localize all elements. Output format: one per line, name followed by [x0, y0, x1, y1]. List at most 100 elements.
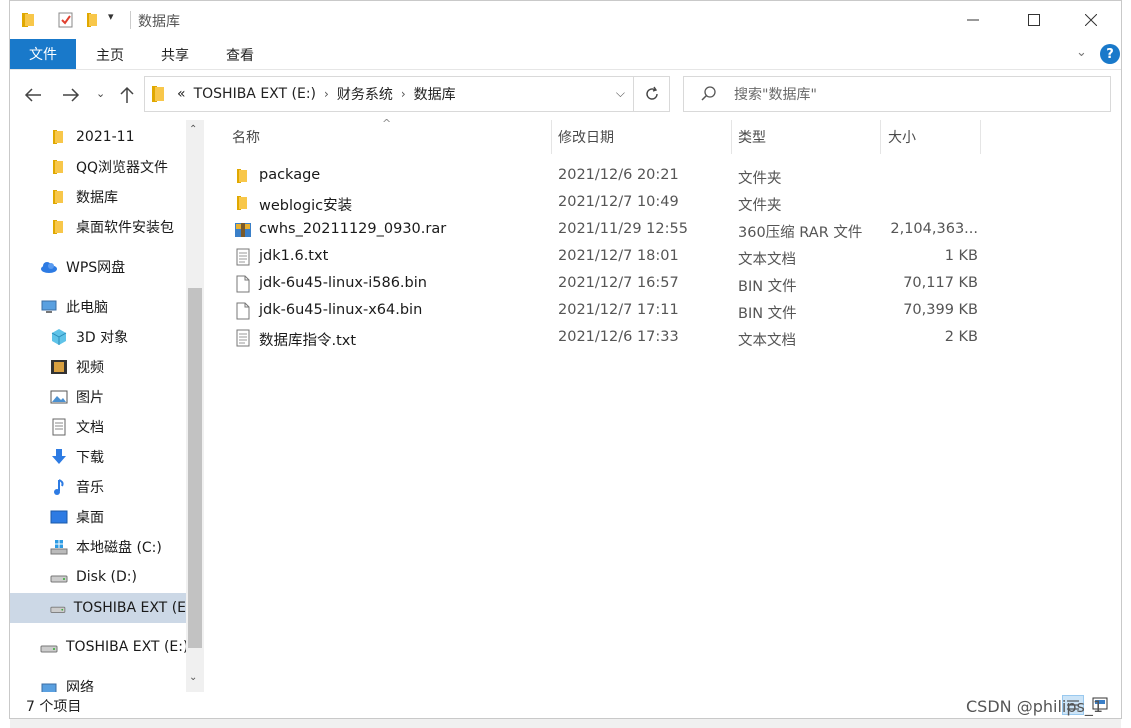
breadcrumb-finance[interactable]: 财务系统: [337, 84, 393, 104]
file-row[interactable]: weblogic安装 2021/12/7 10:49 文件夹: [228, 190, 988, 217]
sidebar-item-this-pc[interactable]: 此电脑: [40, 293, 108, 321]
sidebar-item-local-disk-c[interactable]: 本地磁盘 (C:): [50, 533, 162, 561]
refresh-icon: [645, 86, 658, 100]
forward-button[interactable]: [62, 86, 80, 107]
new-folder-icon[interactable]: [84, 11, 102, 29]
refresh-button[interactable]: [634, 76, 670, 112]
navigation-bar: ⌄ « TOSHIBA EXT (E:) › 财务系统 › 数据库 ⌵ 搜索"数: [10, 70, 1121, 120]
tab-share[interactable]: 共享: [161, 45, 189, 65]
up-arrow-icon: [120, 86, 134, 103]
breadcrumb-database[interactable]: 数据库: [414, 84, 456, 104]
sidebar-item-wps-cloud[interactable]: WPS网盘: [40, 253, 125, 281]
column-header-size[interactable]: 大小: [888, 120, 916, 154]
file-date: 2021/12/7 16:57: [558, 275, 679, 291]
file-name: jdk-6u45-linux-x64.bin: [259, 302, 423, 318]
chevron-right-icon[interactable]: ›: [401, 87, 406, 101]
sidebar-item-label: 本地磁盘 (C:): [76, 540, 162, 556]
sidebar-item-label: 2021-11: [76, 129, 135, 145]
sidebar-item-label: 下载: [76, 450, 104, 466]
document-icon: [52, 418, 66, 436]
maximize-button[interactable]: [1011, 1, 1057, 39]
tab-file[interactable]: 文件: [10, 39, 76, 69]
windows-drive-icon: [50, 540, 68, 555]
file-row[interactable]: jdk-6u45-linux-i586.bin 2021/12/7 16:57 …: [228, 271, 988, 298]
text-file-icon: [236, 248, 250, 266]
recent-locations-icon[interactable]: ⌄: [96, 87, 105, 100]
file-type: 文本文档: [738, 333, 796, 349]
file-size: 70,117 KB: [903, 275, 978, 291]
file-date: 2021/12/6 20:21: [558, 167, 679, 183]
desktop-icon: [50, 510, 68, 524]
chevron-right-icon[interactable]: ›: [324, 87, 329, 101]
properties-icon[interactable]: [57, 11, 75, 29]
sidebar-item-pictures[interactable]: 图片: [50, 383, 104, 411]
sidebar-item-network[interactable]: 网络: [40, 673, 94, 692]
sort-ascending-icon: ^: [382, 117, 392, 130]
minimize-button[interactable]: [950, 1, 996, 39]
title-bar: ▾ 数据库: [10, 1, 1121, 39]
sidebar-item-downloads[interactable]: 下载: [50, 443, 104, 471]
column-divider[interactable]: [980, 120, 981, 154]
tab-view[interactable]: 查看: [226, 45, 254, 65]
file-name: jdk-6u45-linux-i586.bin: [259, 275, 427, 291]
scrollbar-thumb[interactable]: [188, 288, 202, 648]
file-icon: [236, 302, 250, 320]
sidebar-item-2021-11[interactable]: 2021-11: [50, 123, 135, 151]
address-bar[interactable]: « TOSHIBA EXT (E:) › 财务系统 › 数据库 ⌵: [144, 76, 634, 112]
sidebar-item-toshiba-ext-selected[interactable]: TOSHIBA EXT (E: [10, 593, 186, 623]
sidebar-item-desktop[interactable]: 桌面: [50, 503, 104, 531]
column-header-type[interactable]: 类型: [738, 120, 766, 154]
column-divider[interactable]: [731, 120, 732, 154]
sidebar-item-database[interactable]: 数据库: [50, 183, 118, 211]
chevron-up-icon[interactable]: ⌃: [189, 124, 197, 135]
sidebar-item-disk-d[interactable]: Disk (D:): [50, 563, 137, 591]
breadcrumb-overflow[interactable]: «: [177, 86, 186, 102]
folder-icon: [152, 86, 164, 102]
maximize-icon: [1028, 14, 1040, 26]
sidebar-item-documents[interactable]: 文档: [50, 413, 104, 441]
breadcrumb-drive[interactable]: TOSHIBA EXT (E:): [194, 86, 316, 102]
file-row[interactable]: 数据库指令.txt 2021/12/6 17:33 文本文档 2 KB: [228, 325, 988, 352]
video-icon: [51, 360, 67, 374]
file-row[interactable]: cwhs_20211129_0930.rar 2021/11/29 12:55 …: [228, 217, 988, 244]
file-row[interactable]: jdk-6u45-linux-x64.bin 2021/12/7 17:11 B…: [228, 298, 988, 325]
file-row[interactable]: jdk1.6.txt 2021/12/7 18:01 文本文档 1 KB: [228, 244, 988, 271]
sidebar-item-desktop-software[interactable]: 桌面软件安装包: [50, 213, 174, 241]
address-history-icon[interactable]: ⌵: [616, 86, 625, 101]
file-row[interactable]: package 2021/12/6 20:21 文件夹: [228, 163, 988, 190]
sidebar-item-3d-objects[interactable]: 3D 对象: [50, 323, 128, 351]
sidebar-item-videos[interactable]: 视频: [50, 353, 104, 381]
file-name: weblogic安装: [259, 198, 353, 214]
tab-home[interactable]: 主页: [96, 45, 124, 65]
folder-icon: [53, 130, 63, 144]
folder-icon: [53, 190, 63, 204]
column-divider[interactable]: [551, 120, 552, 154]
sidebar-item-label: 桌面: [76, 510, 104, 526]
help-icon[interactable]: ?: [1100, 44, 1120, 64]
sidebar-item-label: 桌面软件安装包: [76, 220, 174, 236]
sidebar-item-label: 3D 对象: [76, 330, 129, 346]
drive-icon: [50, 575, 68, 583]
column-header-name[interactable]: 名称: [232, 120, 260, 154]
sidebar-item-music[interactable]: 音乐: [50, 473, 104, 501]
watermark-text: CSDN @philips_1: [966, 697, 1104, 716]
sidebar-scrollbar[interactable]: ⌃ ⌄: [186, 120, 204, 692]
chevron-down-icon[interactable]: ⌄: [189, 672, 197, 683]
file-name: cwhs_20211129_0930.rar: [259, 221, 447, 237]
sidebar-item-toshiba-ext[interactable]: TOSHIBA EXT (E:): [40, 633, 188, 661]
column-header-date[interactable]: 修改日期: [558, 120, 614, 154]
close-button[interactable]: [1068, 1, 1114, 39]
search-box[interactable]: 搜索"数据库": [683, 76, 1111, 112]
expand-ribbon-icon[interactable]: ⌄: [1076, 45, 1087, 60]
file-date: 2021/11/29 12:55: [558, 221, 688, 237]
customize-toolbar-icon[interactable]: ▾: [108, 10, 114, 23]
back-button[interactable]: [24, 86, 42, 107]
text-file-icon: [236, 329, 250, 347]
folder-icon: [53, 220, 63, 234]
up-button[interactable]: [120, 86, 134, 109]
sidebar-item-label: Disk (D:): [76, 569, 137, 585]
column-divider[interactable]: [880, 120, 881, 154]
file-date: 2021/12/7 10:49: [558, 194, 679, 210]
sidebar-item-qq-browser-files[interactable]: QQ浏览器文件: [50, 153, 168, 181]
file-type: 文件夹: [738, 171, 782, 187]
